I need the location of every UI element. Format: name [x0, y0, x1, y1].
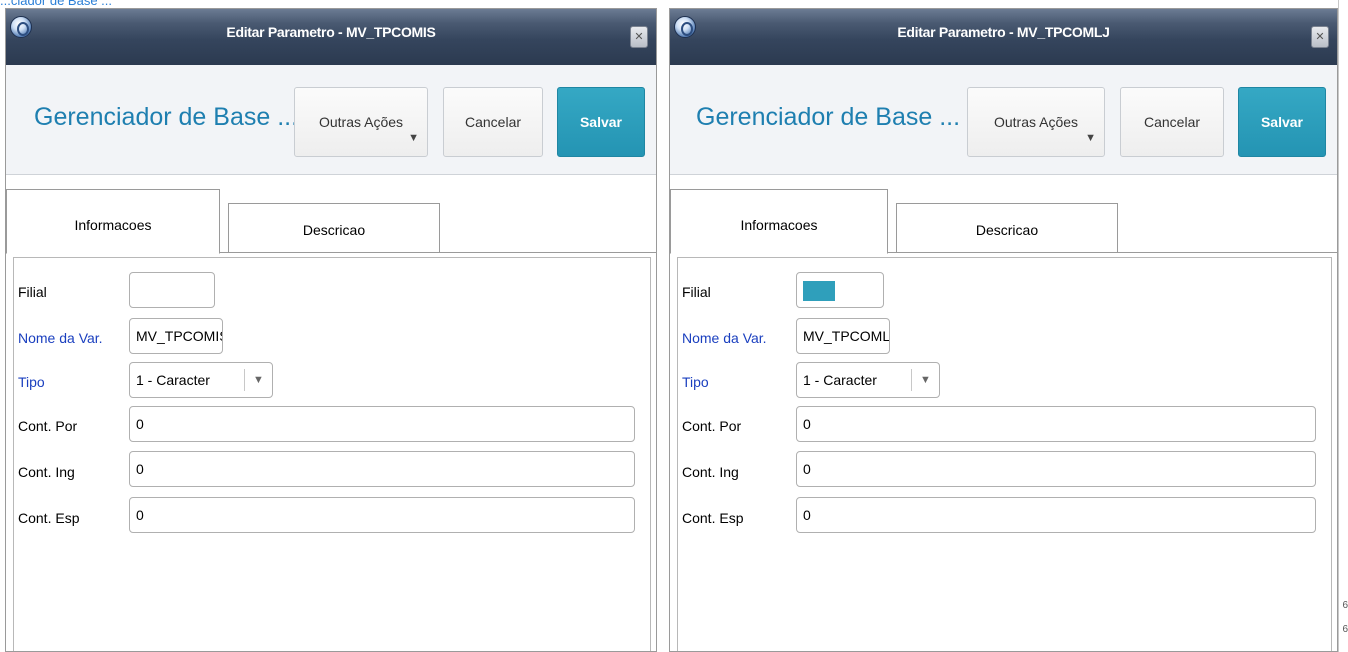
cont-ing-label: Cont. Ing	[18, 464, 75, 480]
tab-descricao-label: Descricao	[975, 222, 1039, 238]
close-icon[interactable]: ✕	[630, 26, 648, 48]
nome-var-label: Nome da Var.	[682, 330, 767, 346]
tab-descricao-label: Descricao	[302, 222, 366, 238]
tab-informacoes[interactable]: Informacoes	[6, 189, 220, 254]
nome-var-field[interactable]: MV_TPCOML	[796, 318, 890, 354]
window-titlebar: Editar Parametro - MV_TPCOMLJ ✕	[670, 9, 1337, 65]
tipo-select[interactable]: 1 - Caracter ▼	[129, 362, 273, 398]
app-title: Gerenciador de Base ...	[696, 103, 961, 131]
cancel-button[interactable]: Cancelar	[1120, 87, 1224, 157]
outras-acoes-button[interactable]: Outras Ações ▼	[294, 87, 428, 157]
edge-mark: 6	[1342, 624, 1348, 635]
background-link-text: ...ciador de Base ...	[0, 0, 113, 8]
tipo-value: 1 - Caracter	[136, 372, 210, 388]
cancel-button[interactable]: Cancelar	[443, 87, 543, 157]
outras-acoes-button[interactable]: Outras Ações ▼	[967, 87, 1105, 157]
tab-bar: Informacoes Descricao	[6, 183, 656, 254]
cont-ing-field[interactable]: 0	[129, 451, 635, 487]
cont-por-label: Cont. Por	[18, 418, 78, 434]
cont-esp-field[interactable]: 0	[796, 497, 1316, 533]
tab-informacoes-label: Informacoes	[740, 217, 818, 233]
cont-esp-label: Cont. Esp	[18, 510, 80, 526]
cont-por-field[interactable]: 0	[129, 406, 635, 442]
cont-ing-field[interactable]: 0	[796, 451, 1316, 487]
edit-parameter-dialog-right: Editar Parametro - MV_TPCOMLJ ✕ Gerencia…	[669, 8, 1338, 652]
tab-descricao[interactable]: Descricao	[228, 203, 440, 253]
filial-label: Filial	[682, 284, 711, 300]
background-strip: ...ciador de Base ...	[0, 0, 1348, 8]
outras-acoes-label: Outras Ações	[318, 114, 404, 130]
form-panel: Filial Nome da Var. MV_TPCOMIS Tipo 1 - …	[13, 257, 651, 651]
edge-mark: 6	[1342, 600, 1348, 611]
tipo-label: Tipo	[682, 374, 709, 390]
window-titlebar: Editar Parametro - MV_TPCOMIS ✕	[6, 9, 656, 65]
tab-informacoes-label: Informacoes	[74, 217, 152, 233]
close-icon[interactable]: ✕	[1311, 26, 1329, 48]
cont-esp-label: Cont. Esp	[682, 510, 744, 526]
tab-bar: Informacoes Descricao	[670, 183, 1337, 254]
nome-var-field[interactable]: MV_TPCOMIS	[129, 318, 223, 354]
window-title: Editar Parametro - MV_TPCOMIS	[226, 24, 436, 40]
nome-var-label: Nome da Var.	[18, 330, 103, 346]
app-title: Gerenciador de Base ...	[34, 103, 299, 131]
chevron-down-icon: ▼	[1085, 132, 1096, 144]
window-title: Editar Parametro - MV_TPCOMLJ	[897, 24, 1110, 40]
tab-descricao[interactable]: Descricao	[896, 203, 1118, 253]
background-gap	[657, 0, 669, 652]
tipo-label: Tipo	[18, 374, 45, 390]
dialog-header: Gerenciador de Base ... Outras Ações ▼ C…	[6, 65, 656, 175]
edit-parameter-dialog-left: Editar Parametro - MV_TPCOMIS ✕ Gerencia…	[5, 8, 657, 652]
dialog-header: Gerenciador de Base ... Outras Ações ▼ C…	[670, 65, 1337, 175]
save-label: Salvar	[579, 114, 623, 130]
filial-field[interactable]	[796, 272, 884, 308]
filial-label: Filial	[18, 284, 47, 300]
save-button[interactable]: Salvar	[1238, 87, 1326, 157]
filial-field[interactable]	[129, 272, 215, 308]
cont-ing-label: Cont. Ing	[682, 464, 739, 480]
form-panel: Filial Nome da Var. MV_TPCOML Tipo 1 - C…	[677, 257, 1332, 651]
save-label: Salvar	[1260, 114, 1304, 130]
chevron-down-icon: ▼	[244, 369, 272, 391]
chevron-down-icon: ▼	[408, 132, 419, 144]
filial-selection-swatch	[803, 281, 835, 301]
background-edge: 6 6	[1338, 0, 1348, 652]
cancel-label: Cancelar	[1143, 114, 1201, 130]
tab-informacoes[interactable]: Informacoes	[670, 189, 888, 254]
tipo-value: 1 - Caracter	[803, 372, 877, 388]
outras-acoes-label: Outras Ações	[993, 114, 1079, 130]
tipo-select[interactable]: 1 - Caracter ▼	[796, 362, 940, 398]
cont-por-label: Cont. Por	[682, 418, 742, 434]
cont-esp-field[interactable]: 0	[129, 497, 635, 533]
cancel-label: Cancelar	[464, 114, 522, 130]
cont-por-field[interactable]: 0	[796, 406, 1316, 442]
chevron-down-icon: ▼	[911, 369, 939, 391]
save-button[interactable]: Salvar	[557, 87, 645, 157]
